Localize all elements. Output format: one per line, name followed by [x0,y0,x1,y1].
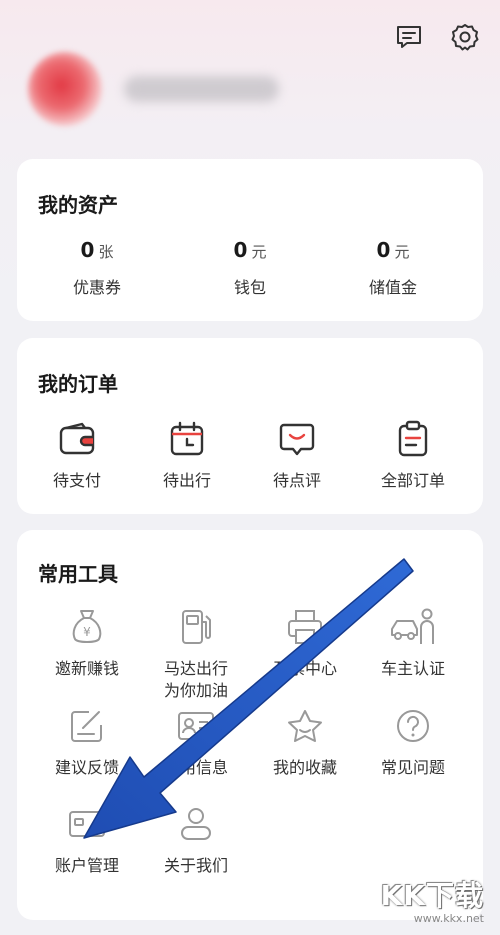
tool-account-management[interactable]: 账户管理 [32,805,142,877]
order-pending-review-label: 待点评 [272,471,321,490]
fuel-pump-icon [141,608,251,646]
asset-wallet-value: 0 [233,238,248,262]
feedback-icon [32,707,142,745]
avatar[interactable] [28,52,102,126]
account-card-icon [32,805,142,843]
tool-common-info-label: 常用信息 [163,758,228,777]
gear-icon[interactable] [450,22,480,52]
id-card-icon [141,707,251,745]
username[interactable] [124,76,279,102]
tool-invoice-center-label: 开票中心 [272,659,337,678]
question-icon [358,707,468,745]
tool-common-info[interactable]: 常用信息 [141,707,251,779]
asset-stored-value-value: 0 [376,238,391,262]
asset-coupons-label: 优惠券 [72,278,121,297]
tool-car-owner-auth-label: 车主认证 [380,659,445,678]
order-pending-payment[interactable]: 待支付 [22,420,132,492]
tool-favorites[interactable]: 我的收藏 [250,707,360,779]
asset-stored-value[interactable]: 0元 储值金 [333,238,453,298]
clipboard-icon [358,420,468,458]
tool-invite-earn[interactable]: ¥ 邀新赚钱 [32,608,142,680]
money-bag-icon: ¥ [32,608,142,646]
watermark-logo: KK下载 [380,879,484,912]
tools-title: 常用工具 [38,562,118,586]
tool-fuel[interactable]: 马达出行 为你加油 [141,608,251,702]
asset-coupons-unit: 张 [98,243,114,261]
order-pending-review[interactable]: 待点评 [242,420,352,492]
assets-title: 我的资产 [38,193,118,217]
star-icon [250,707,360,745]
order-pending-payment-label: 待支付 [52,471,101,490]
asset-stored-value-unit: 元 [394,243,410,261]
about-icon [141,805,251,843]
asset-coupons-value: 0 [80,238,95,262]
tool-feedback[interactable]: 建议反馈 [32,707,142,779]
tool-car-owner-auth[interactable]: 车主认证 [358,608,468,680]
tool-favorites-label: 我的收藏 [272,758,337,777]
asset-coupons[interactable]: 0张 优惠券 [37,238,157,298]
calendar-icon [132,420,242,458]
tool-about-us[interactable]: 关于我们 [141,805,251,877]
tool-faq[interactable]: 常见问题 [358,707,468,779]
asset-wallet-label: 钱包 [233,278,266,297]
tool-about-us-label: 关于我们 [163,856,228,875]
tool-fuel-label: 马达出行 为你加油 [163,659,228,700]
wallet-icon [22,420,132,458]
order-all-label: 全部订单 [380,471,445,490]
order-pending-travel[interactable]: 待出行 [132,420,242,492]
asset-wallet-unit: 元 [251,243,267,261]
order-pending-travel-label: 待出行 [162,471,211,490]
svg-text:¥: ¥ [83,625,91,639]
watermark: KK下载 www.kkx.net [381,874,484,925]
message-icon[interactable] [394,22,424,52]
order-all[interactable]: 全部订单 [358,420,468,492]
tool-account-management-label: 账户管理 [54,856,119,875]
printer-icon [250,608,360,646]
comment-icon [242,420,352,458]
asset-wallet[interactable]: 0元 钱包 [190,238,310,298]
tool-invite-earn-label: 邀新赚钱 [54,659,119,678]
tool-faq-label: 常见问题 [380,758,445,777]
profile-header[interactable] [28,52,279,126]
top-bar [394,22,480,52]
car-owner-icon [358,608,468,646]
orders-title: 我的订单 [38,372,118,396]
tool-feedback-label: 建议反馈 [54,758,119,777]
asset-stored-value-label: 储值金 [368,278,417,297]
tool-invoice-center[interactable]: 开票中心 [250,608,360,680]
